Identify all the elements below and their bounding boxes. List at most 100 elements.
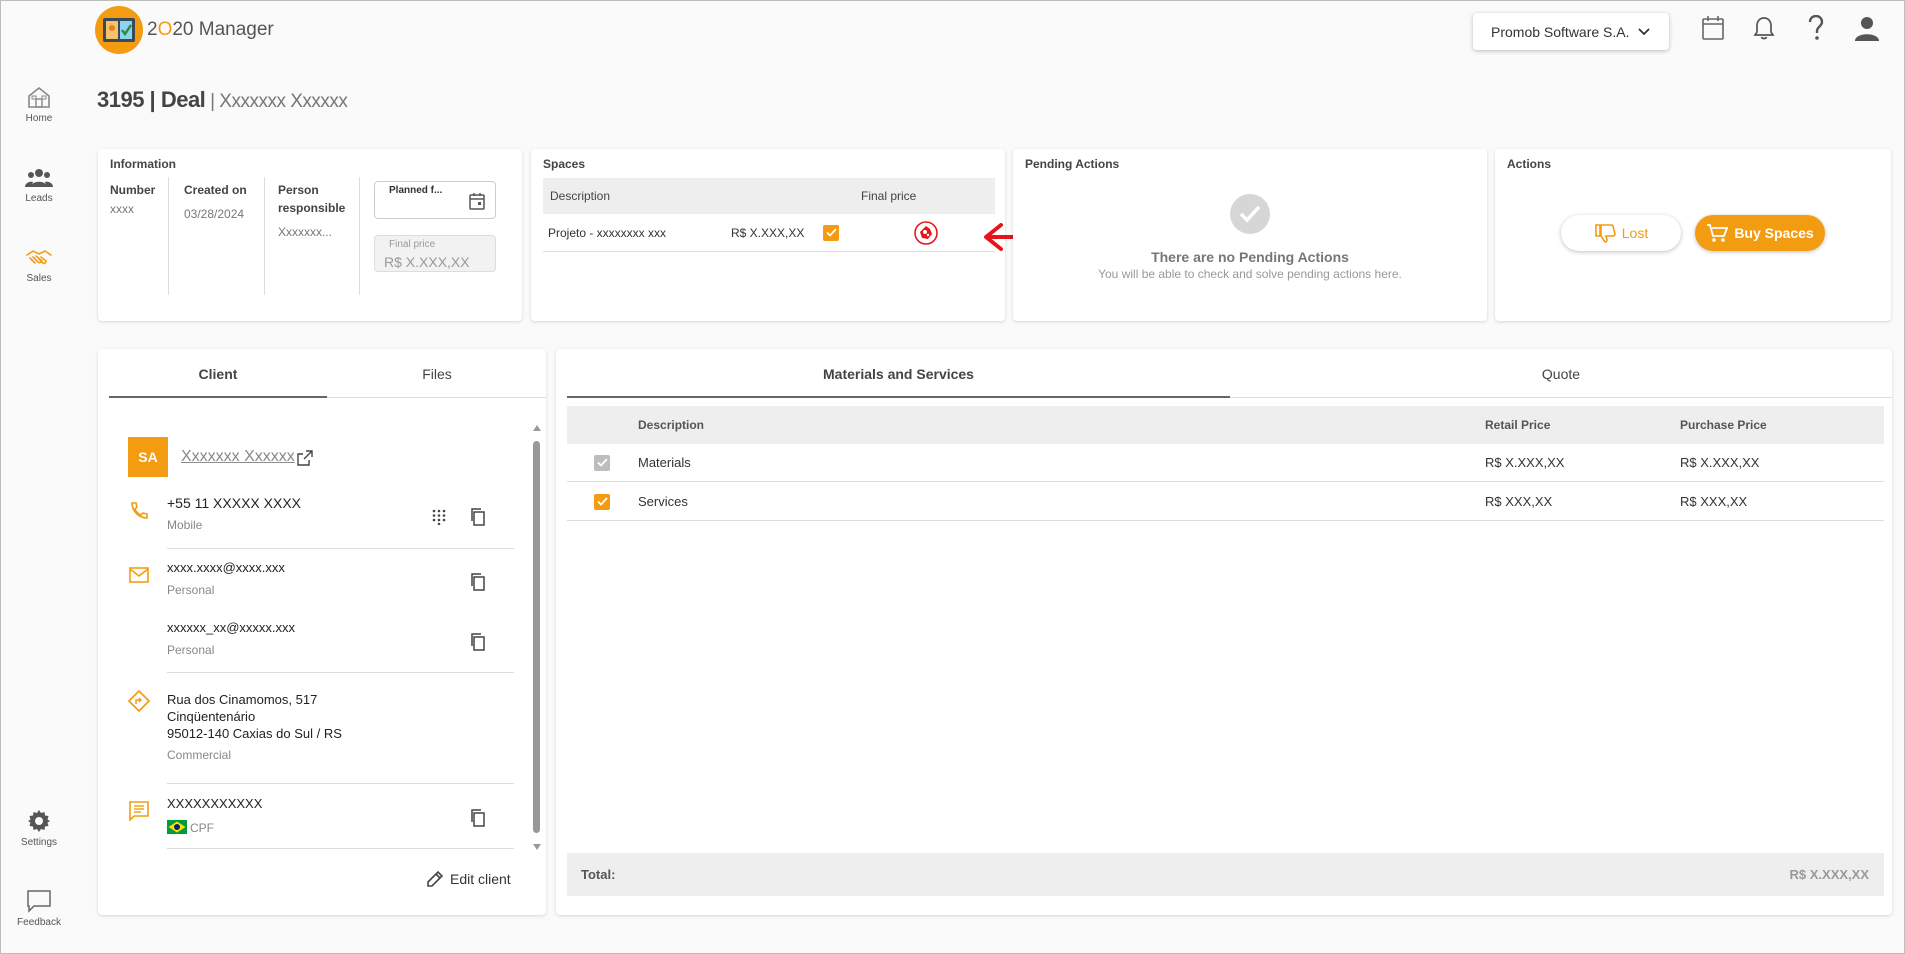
materials-checkbox[interactable]	[594, 454, 610, 471]
services-checkbox[interactable]	[594, 493, 610, 510]
tab-client[interactable]: Client	[109, 366, 327, 382]
divider	[167, 548, 514, 549]
materials-table-header: Description Retail Price Purchase Price	[567, 406, 1884, 444]
row-purchase: R$ XXX,XX	[1680, 494, 1748, 509]
scroll-down-icon[interactable]	[532, 843, 542, 851]
col-description: Description	[638, 418, 705, 432]
person-label: Person responsible	[278, 183, 346, 215]
render-status-icon	[914, 220, 938, 245]
space-checkbox[interactable]	[823, 224, 839, 241]
actions-card: Actions Lost Buy Spaces	[1495, 149, 1891, 321]
planned-date-field[interactable]: Planned f...	[374, 181, 496, 219]
phone-number: +55 11 XXXXX XXXX	[167, 495, 301, 511]
tab-files[interactable]: Files	[327, 366, 547, 382]
feedback-icon	[27, 890, 51, 913]
app-window: Home Leads Sales Settings Feedback 2O20 …	[0, 0, 1905, 954]
address-type: Commercial	[167, 748, 232, 762]
pending-actions-card: Pending Actions There are no Pending Act…	[1013, 149, 1487, 321]
help-icon	[1808, 14, 1824, 40]
notifications-button[interactable]	[1752, 15, 1776, 46]
calendar-button[interactable]	[1701, 15, 1725, 46]
divider	[264, 177, 265, 295]
chevron-down-icon	[1637, 27, 1650, 35]
bell-icon	[1753, 17, 1775, 40]
spaces-table-header: Description Final price	[543, 178, 995, 214]
final-price-field: Final price R$ X.XXX,XX	[374, 235, 496, 272]
email-1: xxxx.xxxx@xxxx.xxx	[167, 560, 285, 575]
document-type: CPF	[190, 821, 214, 835]
profile-button[interactable]	[1853, 15, 1881, 48]
total-label: Total:	[581, 867, 616, 882]
sidebar: Home Leads Sales Settings Feedback	[1, 1, 77, 953]
phone-type: Mobile	[167, 518, 203, 532]
sidebar-item-sales[interactable]: Sales	[1, 247, 77, 284]
client-name-link[interactable]: Xxxxxxx Xxxxxx	[181, 448, 295, 466]
gear-icon	[28, 810, 50, 832]
edit-client-label: Edit client	[450, 871, 511, 887]
number-value: xxxx	[110, 202, 134, 216]
mail-icon	[129, 567, 149, 583]
total-bar: Total: R$ X.XXX,XX	[567, 853, 1884, 896]
address-line-3: 95012-140 Caxias do Sul / RS	[167, 726, 342, 741]
pending-title: Pending Actions	[1025, 157, 1120, 171]
sidebar-item-label: Home	[25, 113, 53, 124]
check-icon	[825, 228, 837, 237]
directions-icon	[128, 690, 150, 712]
table-row[interactable]: Services R$ XXX,XX R$ XXX,XX	[567, 483, 1884, 521]
planned-label: Planned f...	[389, 185, 443, 196]
phone-icon	[131, 502, 148, 519]
sidebar-item-label: Leads	[25, 193, 53, 204]
open-external-icon[interactable]	[297, 450, 313, 466]
client-panel	[98, 349, 546, 915]
space-description: Projeto - xxxxxxxx xxx	[548, 225, 667, 240]
information-card: Information Number xxxx Created on 03/28…	[98, 149, 522, 321]
number-label: Number	[110, 183, 156, 197]
title-separator: |	[205, 91, 220, 112]
deal-number: 3195 | Deal	[97, 87, 206, 112]
help-button[interactable]	[1807, 14, 1825, 46]
tab-materials-services[interactable]: Materials and Services	[567, 366, 1230, 382]
actions-title: Actions	[1507, 157, 1552, 171]
sidebar-item-feedback[interactable]: Feedback	[1, 889, 77, 928]
sidebar-item-home[interactable]: Home	[1, 85, 77, 124]
divider	[359, 177, 360, 295]
scroll-up-icon[interactable]	[532, 424, 542, 432]
table-row[interactable]: Materials R$ X.XXX,XX R$ X.XXX,XX	[567, 444, 1884, 482]
edit-client-button[interactable]: Edit client	[426, 870, 511, 888]
copy-icon[interactable]	[470, 633, 486, 651]
row-retail: R$ XXX,XX	[1485, 494, 1553, 509]
logo-badge-icon	[95, 6, 143, 54]
information-title: Information	[110, 157, 176, 171]
row-description: Services	[638, 494, 688, 509]
calendar-icon	[469, 193, 485, 210]
lost-button[interactable]: Lost	[1561, 215, 1681, 251]
sidebar-item-label: Sales	[26, 273, 52, 284]
dialpad-icon[interactable]	[431, 509, 447, 525]
copy-icon[interactable]	[470, 508, 486, 526]
home-icon	[28, 86, 50, 108]
pencil-icon	[427, 870, 444, 887]
document-icon	[129, 801, 149, 821]
buy-spaces-button[interactable]: Buy Spaces	[1695, 215, 1825, 251]
company-name: Promob Software S.A.	[1491, 23, 1630, 40]
divider	[167, 848, 514, 849]
user-icon	[1855, 17, 1879, 41]
buy-spaces-label: Buy Spaces	[1734, 225, 1814, 241]
sidebar-item-settings[interactable]: Settings	[1, 809, 77, 848]
copy-icon[interactable]	[470, 573, 486, 591]
calendar-icon	[1702, 16, 1724, 40]
copy-icon[interactable]	[470, 809, 486, 827]
sidebar-item-leads[interactable]: Leads	[1, 167, 77, 204]
email-2: xxxxxx_xx@xxxxx.xxx	[167, 620, 296, 635]
row-description: Materials	[638, 455, 691, 470]
check-icon	[596, 458, 608, 467]
company-select[interactable]: Promob Software S.A.	[1473, 13, 1669, 50]
scrollbar-thumb[interactable]	[533, 441, 540, 833]
space-price: R$ X.XXX,XX	[731, 225, 805, 240]
render-status-button[interactable]	[913, 214, 939, 251]
check-icon	[596, 497, 608, 506]
app-logo[interactable]: 2O20 Manager	[95, 6, 274, 54]
spaces-row[interactable]: Projeto - xxxxxxxx xxx R$ X.XXX,XX	[543, 214, 995, 252]
tab-quote[interactable]: Quote	[1230, 366, 1892, 382]
email-1-type: Personal	[167, 583, 215, 597]
